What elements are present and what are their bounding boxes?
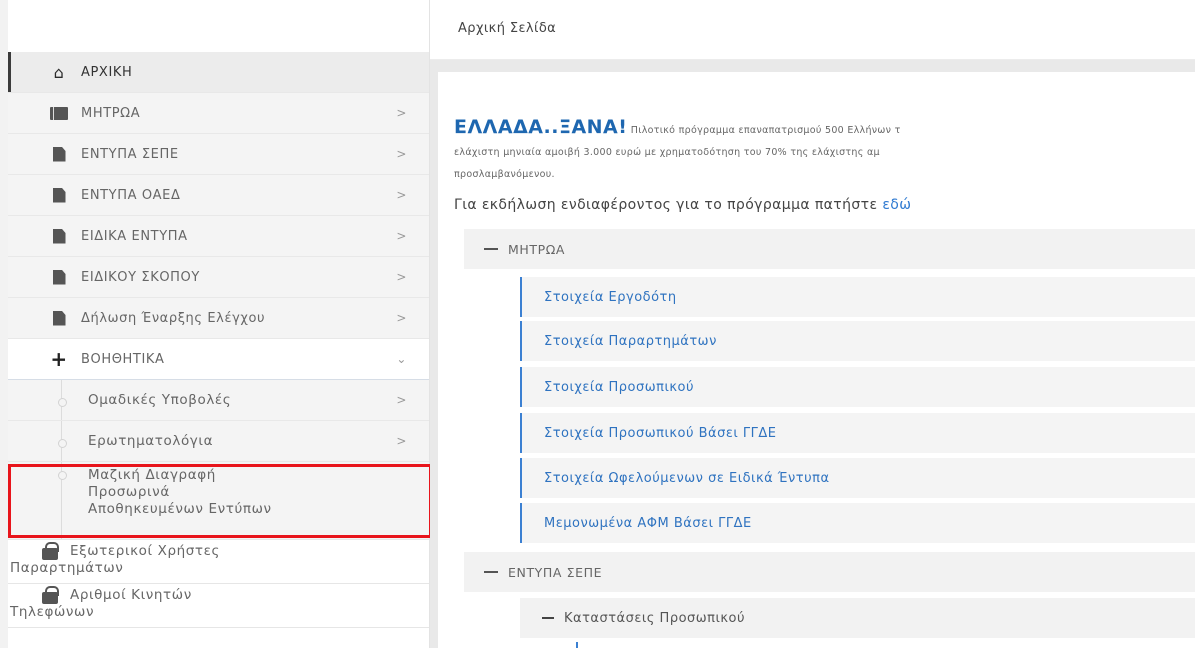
promo-brand: ΕΛΛΑΔΑ..ΞΑΝΑ! — [454, 116, 628, 138]
chevron-right-icon: > — [396, 434, 407, 448]
lock-icon — [40, 541, 60, 560]
link-staff-details[interactable]: Στοιχεία Προσωπικού — [520, 367, 1195, 407]
minus-icon — [484, 248, 498, 250]
sidebar-item-home[interactable]: ⌂ ΑΡΧΙΚΗ — [8, 52, 429, 93]
content-panel: ΕΛΛΑΔΑ..ΞΑΝΑ! Πιλοτικό πρόγραμμα επαναπα… — [438, 72, 1195, 648]
link-label: Στοιχεία Προσωπικού — [544, 379, 694, 395]
interest-label: Για εκδήλωση ενδιαφέροντος για το πρόγρα… — [454, 197, 883, 213]
sidebar-subitem-bulk-delete-drafts[interactable]: Μαζική Διαγραφή Προσωρινά Αποθηκευμένων … — [8, 462, 429, 540]
sidebar-item-label-cont: Παραρτημάτων — [10, 560, 124, 576]
promo-banner: ΕΛΛΑΔΑ..ΞΑΝΑ! Πιλοτικό πρόγραμμα επαναπα… — [454, 116, 1195, 186]
sidebar-subitem-label: Ερωτηματολόγια — [88, 433, 214, 449]
section-registers[interactable]: ΜΗΤΡΩΑ — [464, 229, 1195, 269]
home-icon: ⌂ — [53, 62, 65, 82]
sidebar-item-label: ΕΝΤΥΠΑ ΟΑΕΔ — [81, 187, 181, 203]
tree-connector — [576, 642, 578, 648]
chevron-right-icon: > — [396, 311, 407, 325]
link-staff-ggde[interactable]: Στοιχεία Προσωπικού Βάσει ΓΓΔΕ — [520, 413, 1195, 453]
promo-line: προσλαμβανόμενου. — [454, 169, 555, 180]
minus-icon — [542, 617, 554, 619]
chevron-right-icon: > — [396, 188, 407, 202]
link-single-afm-ggde[interactable]: Μεμονωμένα ΑΦΜ Βάσει ΓΓΔΕ — [520, 503, 1195, 543]
promo-text: Πιλοτικό πρόγραμμα επαναπατρισμού 500 Ελ… — [630, 125, 901, 136]
sidebar-subitem-group-submissions[interactable]: Ομαδικές Υποβολές > — [8, 380, 429, 421]
chevron-right-icon: > — [396, 106, 407, 120]
sidebar-item-sepe-forms[interactable]: ΕΝΤΥΠΑ ΣΕΠΕ > — [8, 134, 429, 175]
chevron-right-icon: > — [396, 270, 407, 284]
label-line: Προσωρινά — [88, 484, 170, 500]
subsection-title: Καταστάσεις Προσωπικού — [564, 610, 746, 626]
link-label: Στοιχεία Παραρτημάτων — [544, 333, 717, 349]
section-title: ΜΗΤΡΩΑ — [508, 241, 566, 257]
sidebar-item-special-forms[interactable]: ΕΙΔΙΚΑ ΕΝΤΥΠΑ > — [8, 216, 429, 257]
sidebar-item-auxiliary[interactable]: + ΒΟΗΘΗΤΙΚΑ ⌄ — [8, 339, 429, 380]
link-beneficiaries-special-forms[interactable]: Στοιχεία Ωφελούμενων σε Ειδικά Έντυπα — [520, 458, 1195, 498]
sidebar-item-audit-start[interactable]: Δήλωση Έναρξης Ελέγχου > — [8, 298, 429, 339]
chevron-right-icon: > — [396, 147, 407, 161]
promo-line: ελάχιστη μηνιαία αμοιβή 3.000 ευρώ με χρ… — [454, 147, 880, 158]
sidebar-subitem-label: Μαζική Διαγραφή Προσωρινά Αποθηκευμένων … — [88, 467, 407, 518]
sidebar-item-special-purpose[interactable]: ΕΙΔΙΚΟΥ ΣΚΟΠΟΥ > — [8, 257, 429, 298]
sidebar-item-label: ΕΙΔΙΚΟΥ ΣΚΟΠΟΥ — [81, 269, 200, 285]
main-area: ΕΛΛΑΔΑ..ΞΑΝΑ! Πιλοτικό πρόγραμμα επαναπα… — [430, 60, 1195, 648]
sidebar-item-label: Αριθμοί Κινητών — [70, 587, 192, 603]
interest-link[interactable]: εδώ — [882, 197, 911, 213]
breadcrumb[interactable]: Αρχική Σελίδα — [458, 21, 556, 36]
sidebar-item-label: ΕΙΔΙΚΑ ΕΝΤΥΠΑ — [81, 228, 188, 244]
document-icon — [49, 228, 69, 244]
label-line: Αποθηκευμένων Εντύπων — [88, 501, 272, 517]
sidebar-item-registers[interactable]: ΜΗΤΡΩΑ > — [8, 93, 429, 134]
sidebar-item-label: ΕΝΤΥΠΑ ΣΕΠΕ — [81, 146, 179, 162]
sidebar-edge — [0, 0, 8, 648]
sidebar-item-label-cont: Τηλεφώνων — [10, 604, 95, 620]
minus-icon — [484, 571, 498, 573]
interest-text: Για εκδήλωση ενδιαφέροντος για το πρόγρα… — [454, 197, 911, 213]
promo-line: ΕΛΛΑΔΑ..ΞΑΝΑ! Πιλοτικό πρόγραμμα επαναπα… — [454, 116, 1195, 142]
sidebar-item-label: ΑΡΧΙΚΗ — [81, 64, 133, 80]
sidebar-item-oaed-forms[interactable]: ΕΝΤΥΠΑ ΟΑΕΔ > — [8, 175, 429, 216]
lock-item-row: Εξωτερικοί Χρήστες — [10, 541, 429, 560]
link-branch-details[interactable]: Στοιχεία Παραρτημάτων — [520, 321, 1195, 361]
sidebar-subitem-questionnaires[interactable]: Ερωτηματολόγια > — [8, 421, 429, 462]
chevron-right-icon: > — [396, 393, 407, 407]
sidebar-item-label: Δήλωση Έναρξης Ελέγχου — [81, 310, 266, 326]
lock-icon — [40, 585, 60, 604]
sidebar-item-label: Εξωτερικοί Χρήστες — [70, 543, 221, 559]
document-icon — [49, 187, 69, 203]
link-employer-details[interactable]: Στοιχεία Εργοδότη — [520, 277, 1195, 317]
top-header: Αρχική Σελίδα — [430, 0, 1195, 60]
sidebar-item-label: ΒΟΗΘΗΤΙΚΑ — [81, 351, 165, 367]
section-title: ΕΝΤΥΠΑ ΣΕΠΕ — [508, 564, 603, 580]
plus-icon: + — [50, 347, 68, 371]
sidebar-header — [0, 0, 429, 52]
subsection-staff-lists[interactable]: Καταστάσεις Προσωπικού — [520, 598, 1195, 638]
sidebar: ⌂ ΑΡΧΙΚΗ ΜΗΤΡΩΑ > ΕΝΤΥΠΑ ΣΕΠΕ > ΕΝΤΥΠΑ Ο… — [0, 0, 432, 648]
sidebar-item-mobile-numbers[interactable]: Αριθμοί Κινητών Τηλεφώνων — [0, 584, 429, 628]
link-label: Μεμονωμένα ΑΦΜ Βάσει ΓΓΔΕ — [544, 515, 752, 531]
book-icon — [49, 105, 69, 121]
sidebar-item-label: ΜΗΤΡΩΑ — [81, 105, 141, 121]
sidebar-subitem-label: Ομαδικές Υποβολές — [88, 392, 232, 408]
link-label: Στοιχεία Ωφελούμενων σε Ειδικά Έντυπα — [544, 470, 830, 486]
chevron-down-icon: ⌄ — [396, 352, 407, 366]
sidebar-item-external-users[interactable]: Εξωτερικοί Χρήστες Παραρτημάτων — [0, 540, 429, 584]
app-root: ⌂ ΑΡΧΙΚΗ ΜΗΤΡΩΑ > ΕΝΤΥΠΑ ΣΕΠΕ > ΕΝΤΥΠΑ Ο… — [0, 0, 1195, 648]
document-icon — [49, 269, 69, 285]
lock-item-row: Αριθμοί Κινητών — [10, 585, 429, 604]
link-label: Στοιχεία Προσωπικού Βάσει ΓΓΔΕ — [544, 425, 777, 441]
document-icon — [49, 146, 69, 162]
section-sepe-forms[interactable]: ΕΝΤΥΠΑ ΣΕΠΕ — [464, 552, 1195, 592]
chevron-right-icon: > — [396, 229, 407, 243]
document-icon — [49, 310, 69, 326]
label-line: Μαζική Διαγραφή — [88, 467, 216, 483]
link-label: Στοιχεία Εργοδότη — [544, 289, 677, 305]
